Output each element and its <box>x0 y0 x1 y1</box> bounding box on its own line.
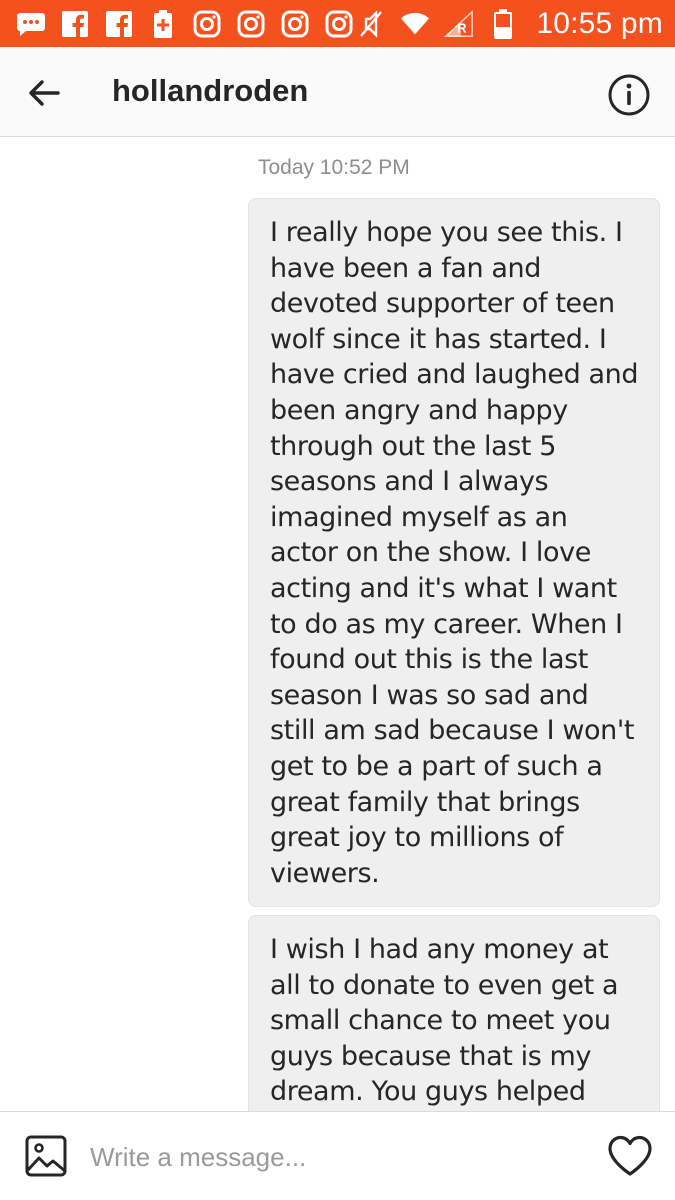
signal-icon: R <box>444 9 474 39</box>
gallery-button[interactable] <box>24 1134 68 1178</box>
instagram-icon <box>236 9 266 39</box>
notification-icons <box>16 9 354 39</box>
instagram-icon <box>192 9 222 39</box>
mute-icon <box>356 9 386 39</box>
system-icons: R 10:55 pm <box>356 7 663 41</box>
heart-icon <box>608 1135 652 1176</box>
messages-icon <box>16 9 46 39</box>
message-input[interactable] <box>90 1136 570 1178</box>
like-button[interactable] <box>606 1134 654 1178</box>
battery-icon <box>488 8 518 39</box>
back-button[interactable] <box>22 71 66 115</box>
arrow-left-icon <box>29 80 60 106</box>
wifi-icon <box>400 9 430 39</box>
info-icon <box>608 74 650 116</box>
svg-text:R: R <box>457 20 467 35</box>
message-timestamp: Today 10:52 PM <box>258 156 410 179</box>
message-composer <box>0 1111 675 1200</box>
message-bubble[interactable]: I really hope you see this. I have been … <box>248 198 660 907</box>
facebook-icon <box>104 9 134 39</box>
battery-saver-icon <box>148 9 178 39</box>
status-bar: R 10:55 pm <box>0 0 675 47</box>
conversation-header: hollandroden <box>0 47 675 137</box>
instagram-icon <box>280 9 310 39</box>
conversation-title[interactable]: hollandroden <box>112 73 308 109</box>
info-button[interactable] <box>607 73 651 117</box>
status-time: 10:55 pm <box>536 6 663 40</box>
image-icon <box>25 1135 67 1177</box>
message-bubble[interactable]: I wish I had any money at all to donate … <box>248 915 660 1111</box>
facebook-icon <box>60 9 90 39</box>
instagram-icon <box>324 9 354 39</box>
message-thread[interactable]: Today 10:52 PM I really hope you see thi… <box>0 137 675 1111</box>
